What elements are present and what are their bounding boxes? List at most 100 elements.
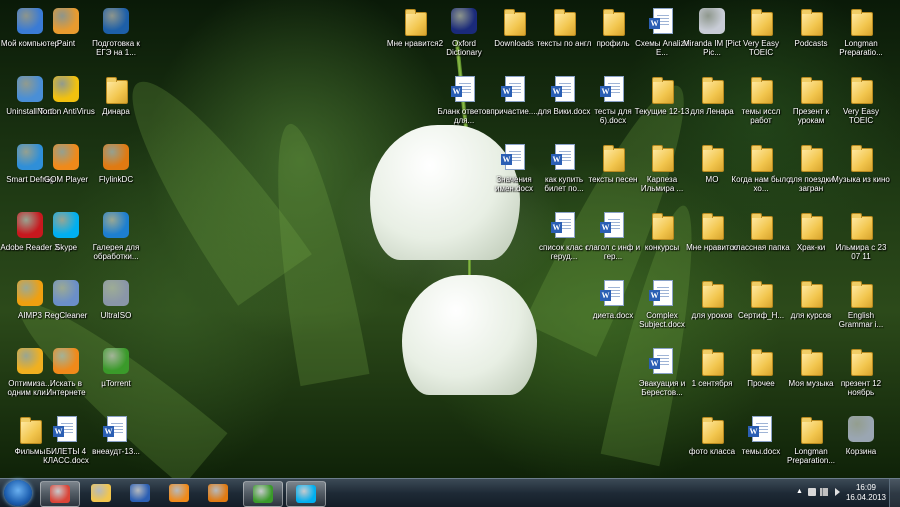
utorrent-icon <box>101 346 131 376</box>
clock-time: 16:09 <box>855 483 876 492</box>
folder-icon <box>846 346 876 376</box>
oxford-dictionary-icon <box>449 6 479 36</box>
folder-icon <box>746 278 776 308</box>
folder-icon <box>697 74 727 104</box>
folder-icon <box>499 6 529 36</box>
desktop-icon-label: English Grammar i... <box>838 311 884 329</box>
folder-icon <box>746 142 776 172</box>
document-icon: W <box>598 210 628 240</box>
flylinkdc-icon <box>101 142 131 172</box>
desktop-icon[interactable]: Wвнеаудт-13... <box>86 412 146 478</box>
folder-icon <box>796 346 826 376</box>
search-web-icon <box>51 346 81 376</box>
desktop-icon-label: UltraISO <box>100 311 132 320</box>
folder-icon <box>846 210 876 240</box>
document-icon: W <box>549 74 579 104</box>
taskbar-button[interactable] <box>121 481 159 505</box>
windows-start-icon[interactable] <box>4 480 32 506</box>
regcleaner-icon <box>51 278 81 308</box>
recycle-bin-icon <box>846 414 876 444</box>
desktop-icon[interactable]: Very Easy TOEIC <box>831 72 891 138</box>
folder-icon <box>697 210 727 240</box>
desktop-icon-label: Longman Preparatio... <box>839 39 883 57</box>
folder-icon <box>796 74 826 104</box>
folder-icon <box>598 142 628 172</box>
document-icon: W <box>598 74 628 104</box>
document-icon: W <box>549 142 579 172</box>
snowdrop-flower-lower <box>402 275 537 395</box>
taskbar-button[interactable] <box>40 481 80 507</box>
document-icon: W <box>647 346 677 376</box>
desktop-icon-label: FlylinkDC <box>98 175 134 184</box>
folder-icon <box>846 6 876 36</box>
desktop-icon[interactable]: µTorrent <box>86 344 146 410</box>
desktop-icon[interactable]: Музыка из кино <box>831 140 891 206</box>
desktop-icon[interactable]: Подготовка к ЕГЭ на 1... <box>86 4 146 70</box>
folder-icon <box>796 414 826 444</box>
clock-date: 16.04.2013 <box>845 493 886 502</box>
folder-icon <box>796 210 826 240</box>
miranda-im-icon <box>697 6 727 36</box>
taskbar-button[interactable] <box>199 481 237 505</box>
folder-icon <box>400 6 430 36</box>
network-icon[interactable] <box>820 488 828 496</box>
folder-icon <box>647 74 677 104</box>
skype-icon <box>51 210 81 240</box>
desktop-icon[interactable]: презент 12 ноябрь <box>831 344 891 410</box>
folder-icon <box>796 278 826 308</box>
folder-icon <box>796 142 826 172</box>
folder-icon <box>846 278 876 308</box>
folder-icon <box>746 6 776 36</box>
action-center-icon[interactable] <box>808 488 816 496</box>
folder-icon <box>697 346 727 376</box>
document-icon: W <box>598 278 628 308</box>
volume-icon[interactable] <box>835 488 840 496</box>
folder-icon <box>647 142 677 172</box>
skype-icon <box>296 485 316 503</box>
document-icon: W <box>499 142 529 172</box>
utorrent-icon <box>253 485 273 503</box>
document-icon: W <box>549 210 579 240</box>
desktop-icon-label: Very Easy TOEIC <box>842 107 879 125</box>
word-icon <box>130 484 150 502</box>
folder-icon <box>697 278 727 308</box>
taskbar-button[interactable] <box>286 481 326 507</box>
desktop[interactable]: Мой компьютер Paint Подготовка к ЕГЭ на 1.… <box>0 0 900 478</box>
ege-app-icon <box>101 6 131 36</box>
folder-icon <box>598 6 628 36</box>
explorer-folder-icon <box>91 484 111 502</box>
document-icon: W <box>746 414 776 444</box>
document-icon: W <box>647 6 677 36</box>
folder-icon <box>796 6 826 36</box>
desktop-icon[interactable]: English Grammar i... <box>831 276 891 342</box>
document-icon: W <box>51 414 81 444</box>
show-desktop-button[interactable] <box>889 479 900 507</box>
folder-icon <box>697 142 727 172</box>
folder-icon <box>647 210 677 240</box>
desktop-icon-label: Музыка из кино <box>832 175 890 184</box>
folder-icon <box>549 6 579 36</box>
taskbar-button[interactable] <box>160 481 198 505</box>
desktop-icon[interactable]: UltraISO <box>86 276 146 342</box>
desktop-icon[interactable]: Галерея для обработки... <box>86 208 146 274</box>
taskbar-clock[interactable]: 16:09 16.04.2013 <box>846 483 886 503</box>
desktop-icon[interactable]: Корзина <box>831 412 891 478</box>
desktop-icon[interactable]: Ильмира с 23 07 11 <box>831 208 891 274</box>
desktop-icon[interactable]: Динара <box>86 72 146 138</box>
flylinkdc-icon <box>208 484 228 502</box>
folder-icon <box>846 142 876 172</box>
folder-icon <box>746 346 776 376</box>
norton-icon <box>51 74 81 104</box>
show-hidden-icons-icon[interactable]: ▲ <box>796 488 804 496</box>
document-icon: W <box>101 414 131 444</box>
desktop-icon[interactable]: Longman Preparatio... <box>831 4 891 70</box>
media-player-icon <box>169 484 189 502</box>
gallery-icon <box>101 210 131 240</box>
document-icon: W <box>499 74 529 104</box>
gom-player-icon <box>51 142 81 172</box>
desktop-icon-label: внеаудт-13... <box>92 447 140 456</box>
desktop-icon[interactable]: FlylinkDC <box>86 140 146 206</box>
taskbar-button[interactable] <box>243 481 283 507</box>
document-icon: W <box>647 278 677 308</box>
taskbar-button[interactable] <box>82 481 120 505</box>
